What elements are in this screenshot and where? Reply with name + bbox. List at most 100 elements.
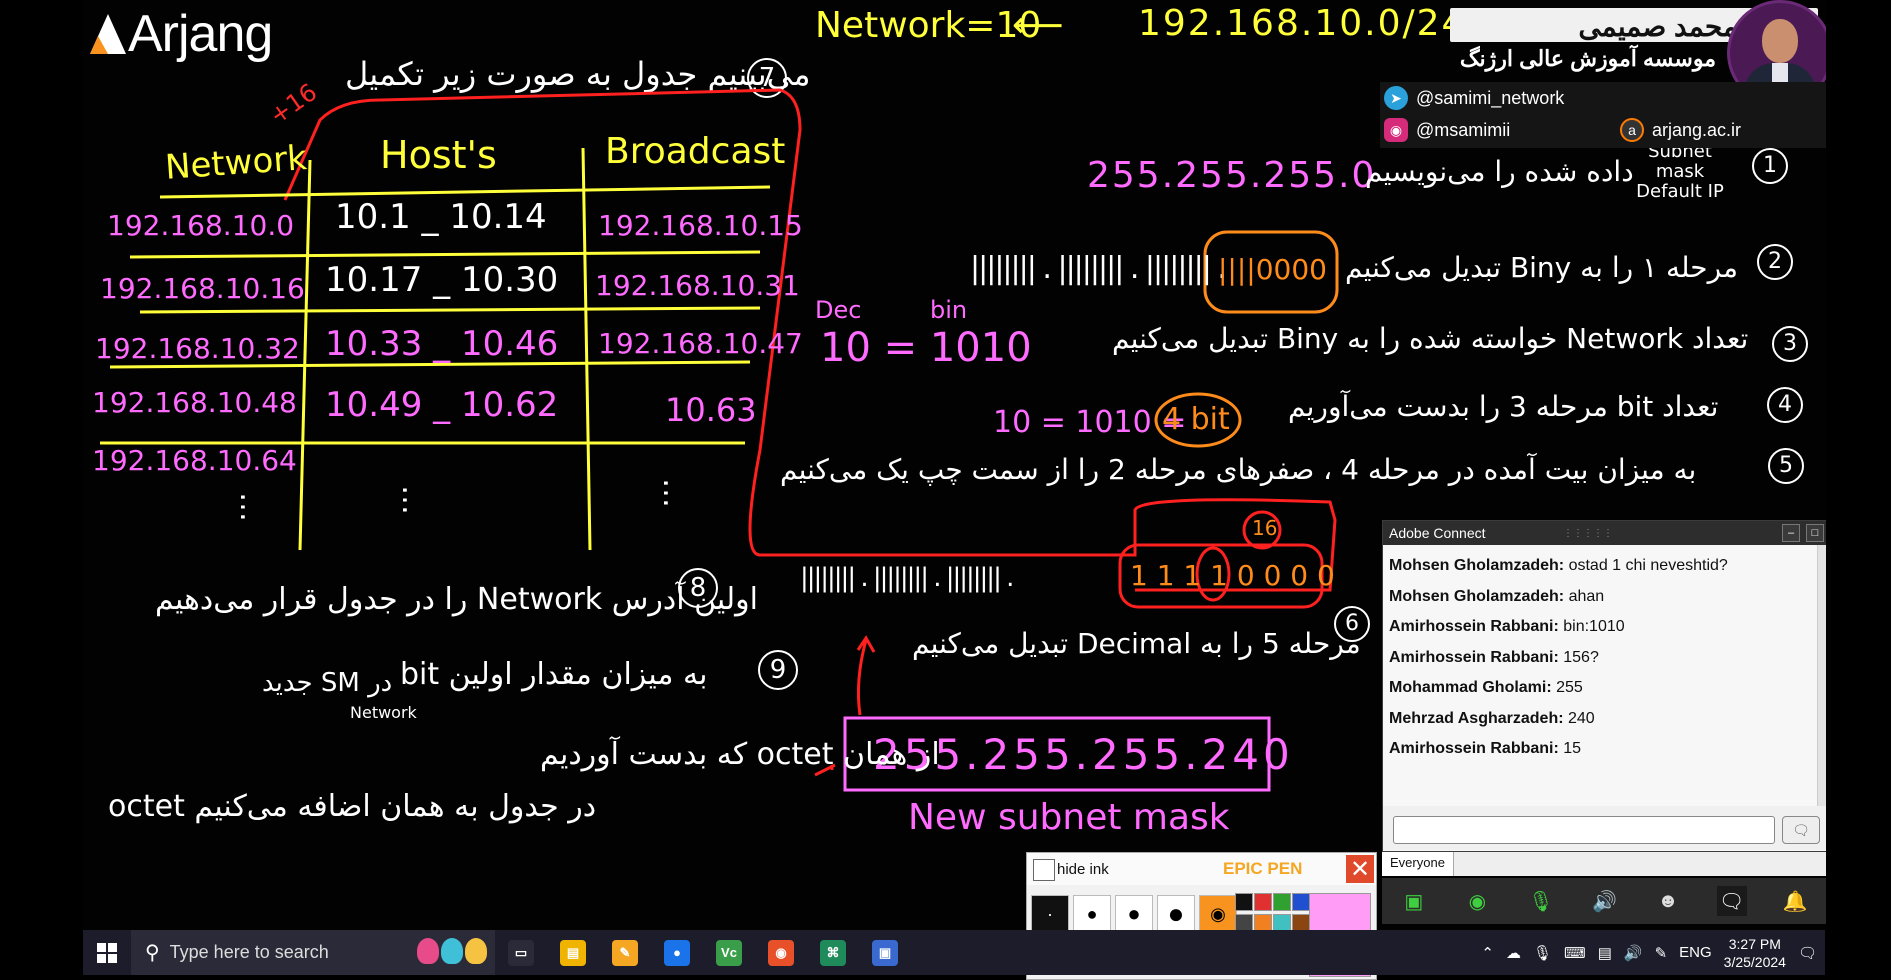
step2-circled-bits: ||||0000 [1218,253,1327,286]
chat-user: Amirhossein Rabbani: [1389,618,1559,635]
notification-center-icon[interactable]: 🗨 [1798,944,1817,962]
brush-size-m-button[interactable]: ● [1115,895,1153,933]
site-url: arjang.ac.ir [1652,119,1742,140]
step5-circled-bits: 1 1 1 1 0 0 0 0 [1130,559,1335,592]
task-view-taskbar-button[interactable]: ▭ [495,930,547,975]
brush-size-s-button[interactable]: ● [1073,895,1111,933]
record-app-taskbar-button[interactable]: ◉ [755,930,807,975]
chat-user: Amirhossein Rabbani: [1389,648,1559,666]
step2-text: مرحله ۱ را به Biny تبدیل می‌کنیم [1345,251,1739,284]
table-dots-2: … [395,485,430,515]
task-view-icon: ▭ [508,939,534,966]
default-mask: 255.255.255.0 [1087,155,1377,196]
color-swatch[interactable] [1292,893,1310,911]
network-icon[interactable]: ▤ [1598,944,1612,962]
webcam-icon[interactable]: ◉ [1462,886,1492,916]
table-row-1-hosts: 10.17 _ 10.30 [325,260,559,300]
taskbar-search-box[interactable]: ⚲ Type here to search [131,930,495,975]
telegram-row: ➤ @samimi_network [1384,86,1564,110]
step4-text: تعداد bit مرحله 3 را بدست می‌آوریم [1288,390,1719,423]
step8-text: اولین آدرس Network را در جدول قرار می‌ده… [155,582,758,617]
table-row-0-broadcast: 192.168.10.15 [598,209,803,242]
presenter-name: محمد صمیمی [1578,11,1738,42]
adobe-connect-titlebar[interactable]: Adobe Connect ⋮⋮⋮⋮⋮ – □ [1383,521,1828,545]
epic-pen-close-button[interactable]: ✕ [1346,855,1374,883]
volume-icon[interactable]: 🔊 [1624,944,1643,962]
chat-user: Amirhossein Rabbani: [1389,740,1559,757]
step9-line-a: به میزان مقدار اولین bit [400,657,708,692]
notifications-bell-icon[interactable]: 🔔 [1780,886,1810,916]
start-button[interactable] [83,930,131,975]
adobe-connect-chat-pod: Adobe Connect ⋮⋮⋮⋮⋮ – □ Mohsen Gholamzad… [1382,520,1829,852]
network-app-taskbar-button[interactable]: ▣ [859,930,911,975]
chat-message: Mehrzad Asgharzadeh: 240 [1389,704,1809,735]
drag-grip-icon[interactable]: ⋮⋮⋮⋮⋮ [1563,528,1613,539]
table-row-2-hosts: 10.33 _ 10.46 [325,324,559,364]
step5-text: به میزان بیت آمده در مرحله 4 ، صفرهای مر… [780,453,1697,486]
col-header-hosts: Host's [380,133,497,177]
chat-text: ostad 1 chi neveshtid? [1564,557,1728,574]
step9-line-b: در SM جدید [262,668,393,698]
ime-icon[interactable]: ⌨ [1564,944,1586,962]
chat-audience-tabs: Everyone [1382,852,1827,876]
tray-microphone-icon[interactable]: 🎙 [1533,944,1552,962]
new-subnet-mask-caption: New subnet mask [908,797,1230,838]
left-letterbox [0,0,83,975]
chat-message: Amirhossein Rabbani: 15 [1389,734,1809,765]
share-screen-icon[interactable]: ▣ [1399,886,1429,916]
step5-sixteen: 16 [1252,516,1278,540]
network-app-icon: ▣ [872,939,898,966]
step5-bits: |||||||| . |||||||| . |||||||| . [800,563,1014,593]
color-swatch[interactable] [1254,893,1272,911]
language-indicator[interactable]: ENG [1679,944,1712,961]
epic-pen-title: EPIC PEN [1223,859,1303,878]
screenshot-camera-icon[interactable]: ◉ [1199,895,1237,933]
epic-pen-taskbar-button[interactable]: ✎ [599,930,651,975]
chat-user: Mohsen Gholamzadeh: [1389,587,1565,605]
file-explorer-taskbar-button[interactable]: ▤ [547,930,599,975]
chat-message: Mohsen Gholamzadeh: ahan [1389,582,1809,613]
right-letterbox [1826,0,1891,975]
send-message-icon[interactable]: 🗨 [1782,816,1820,844]
step9-network-note: Network [350,703,417,722]
table-dots-3: … [656,478,691,508]
brush-size-xs-button[interactable]: · [1031,895,1069,933]
table-row-2-network: 192.168.10.32 [95,332,300,365]
chat-input-row: 🗨 [1383,806,1828,850]
table-row-3-network: 192.168.10.48 [92,386,297,419]
clock-time: 3:27 PM [1728,935,1781,952]
step8-number: 8 [678,568,718,608]
color-swatch[interactable] [1273,893,1291,911]
green-app-taskbar-button[interactable]: ⌘ [807,930,859,975]
file-explorer-icon: ▤ [560,939,586,966]
chat-message: Amirhossein Rabbani: 156? [1389,643,1809,674]
audience-tab-everyone[interactable]: Everyone [1382,852,1454,876]
step4-number: 4 [1767,387,1803,423]
instagram-row: ◉ @msamimii [1384,118,1510,142]
clock[interactable]: 3:27 PM 3/25/2024 [1724,935,1786,971]
microphone-icon[interactable]: 🎙 [1526,886,1556,916]
vc-app-taskbar-button[interactable]: Vc [703,930,755,975]
attendees-icon[interactable]: ☻ [1653,886,1683,916]
telegram-handle: @samimi_network [1416,87,1565,108]
chrome-taskbar-button[interactable]: ● [651,930,703,975]
chat-message: Amirhossein Rabbani: bin:1010 [1389,612,1809,643]
table-row-3-broadcast: 10.63 [665,391,757,429]
table-row-1-broadcast: 192.168.10.31 [595,269,800,302]
adobe-connect-toolbar: ▣ ◉ 🎙 🔊 ☻ 🗨 🔔 [1382,878,1827,924]
pen-tray-icon[interactable]: ✎ [1655,944,1668,962]
maximize-button[interactable]: □ [1806,524,1824,542]
chat-text: 240 [1563,709,1595,727]
show-hidden-icons-chevron-icon[interactable]: ⌃ [1481,944,1494,962]
chat-input[interactable] [1393,816,1775,844]
green-app-icon: ⌘ [820,939,846,966]
color-swatch[interactable] [1235,893,1253,911]
onedrive-cloud-icon[interactable]: ☁ [1506,944,1521,962]
chat-icon[interactable]: 🗨 [1716,886,1747,916]
speaker-icon[interactable]: 🔊 [1589,886,1619,916]
hide-ink-checkbox[interactable] [1033,859,1055,881]
minimize-button[interactable]: – [1782,524,1800,542]
chat-messages: Mohsen Gholamzadeh: ostad 1 chi neveshti… [1389,551,1809,765]
brush-size-l-button[interactable]: ● [1157,895,1195,933]
step9-line-d: octet در جدول به همان اضافه می‌کنیم [108,789,597,824]
